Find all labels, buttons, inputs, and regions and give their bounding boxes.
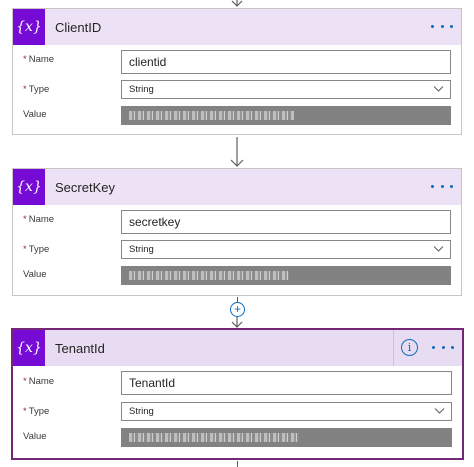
more-options-button[interactable] <box>432 340 454 354</box>
action-card-secretkey[interactable]: {x} SecretKey * Name secretkey * Type Stri… <box>12 168 462 296</box>
arrow-down-icon <box>231 0 243 7</box>
value-label: Value <box>23 431 47 442</box>
card-header[interactable]: {x} SecretKey <box>13 169 461 205</box>
type-select-value: String <box>129 406 154 417</box>
more-options-button[interactable] <box>431 19 453 33</box>
add-step-button[interactable]: + <box>230 302 245 317</box>
variable-icon: {x} <box>13 330 45 366</box>
connector-line <box>237 461 238 467</box>
variable-icon: {x} <box>13 169 45 205</box>
type-select-value: String <box>129 84 154 95</box>
name-input[interactable]: clientid <box>121 50 451 74</box>
name-input[interactable]: TenantId <box>121 371 452 395</box>
card-title[interactable]: SecretKey <box>55 180 115 195</box>
type-select[interactable]: String <box>121 80 451 99</box>
type-select[interactable]: String <box>121 402 452 421</box>
header-divider <box>393 330 394 366</box>
more-options-button[interactable] <box>431 179 453 193</box>
chevron-down-icon <box>433 246 444 252</box>
type-label: * Type <box>23 406 50 417</box>
variable-icon: {x} <box>13 9 45 45</box>
type-select[interactable]: String <box>121 240 451 259</box>
type-label: * Type <box>23 84 50 95</box>
card-title[interactable]: TenantId <box>55 341 105 356</box>
type-label: * Type <box>23 244 50 255</box>
value-label: Value <box>23 109 47 120</box>
card-header[interactable]: {x} TenantId i <box>13 330 462 366</box>
value-input-redacted[interactable] <box>121 106 451 125</box>
action-card-tenantid[interactable]: {x} TenantId i * Name TenantId * Type Stri… <box>11 328 464 460</box>
chevron-down-icon <box>433 86 444 92</box>
info-icon[interactable]: i <box>401 339 418 356</box>
type-select-value: String <box>129 244 154 255</box>
card-title[interactable]: ClientID <box>55 20 101 35</box>
value-label: Value <box>23 269 47 280</box>
chevron-down-icon <box>434 408 445 414</box>
name-label: * Name <box>23 54 55 65</box>
value-input-redacted[interactable] <box>121 266 451 285</box>
card-header[interactable]: {x} ClientID <box>13 9 461 45</box>
flow-canvas: {x} ClientID * Name clientid * Type String… <box>0 0 474 467</box>
arrow-down-icon <box>230 137 244 167</box>
action-card-clientid[interactable]: {x} ClientID * Name clientid * Type String… <box>12 8 462 135</box>
name-label: * Name <box>23 376 55 387</box>
value-input-redacted[interactable] <box>121 428 452 447</box>
name-label: * Name <box>23 214 55 225</box>
name-input[interactable]: secretkey <box>121 210 451 234</box>
